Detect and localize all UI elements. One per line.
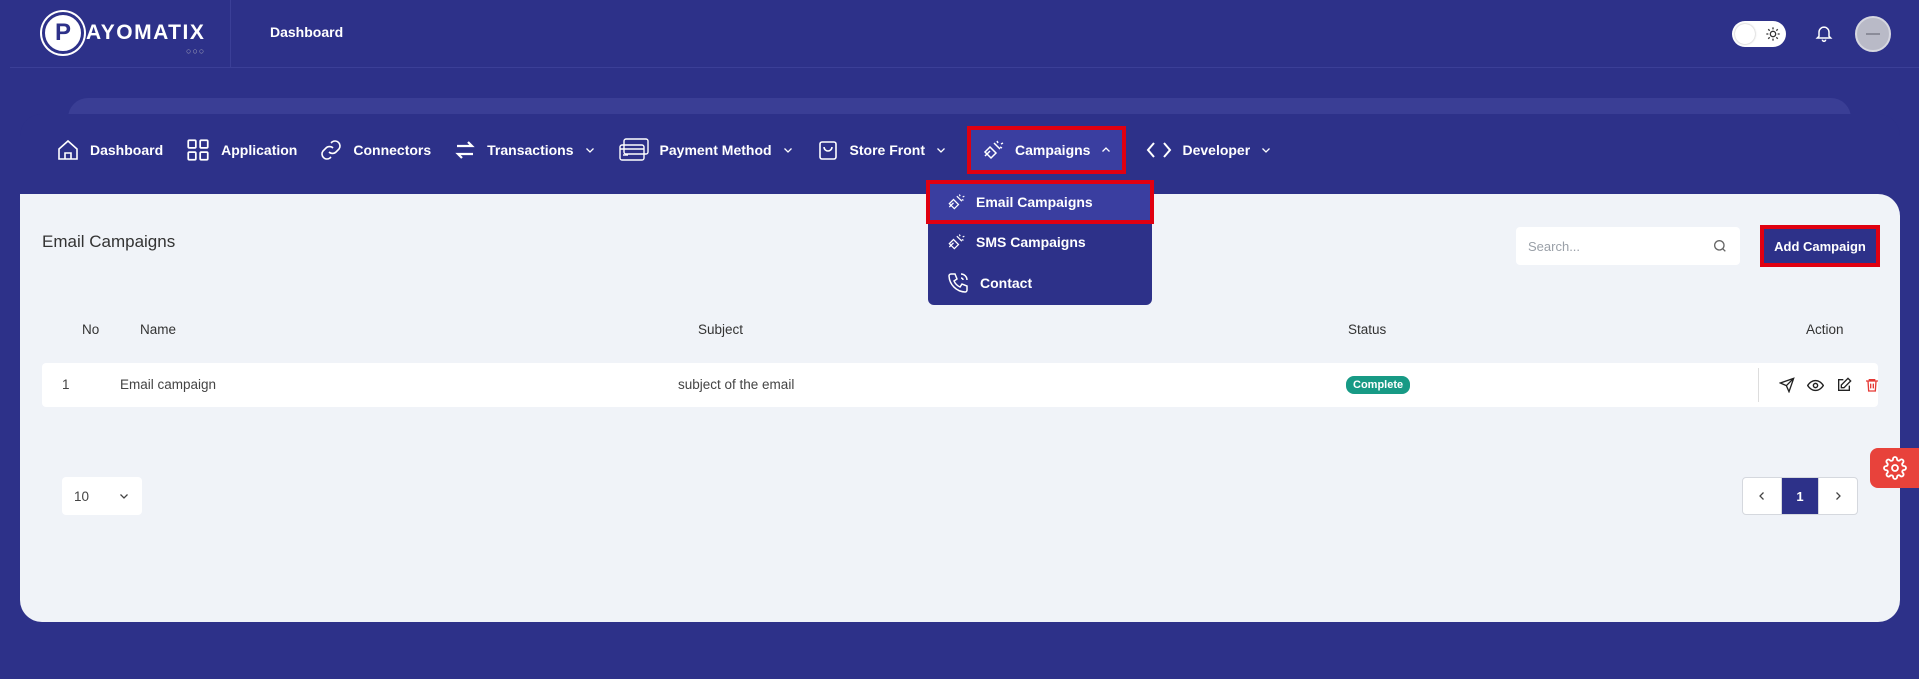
send-icon[interactable] bbox=[1779, 377, 1795, 393]
nav-application[interactable]: Application bbox=[183, 132, 299, 168]
chevron-down-icon bbox=[120, 494, 128, 499]
nav-connectors[interactable]: Connectors bbox=[317, 132, 433, 168]
nav-label: Application bbox=[221, 142, 298, 158]
edit-icon[interactable] bbox=[1836, 377, 1852, 393]
menu-item-label: SMS Campaigns bbox=[976, 234, 1086, 250]
row-actions bbox=[1758, 368, 1880, 402]
header-name: Name bbox=[140, 322, 177, 337]
nav-payment-method[interactable]: Payment Method bbox=[616, 132, 796, 168]
gear-icon bbox=[1882, 456, 1907, 480]
phone-icon bbox=[948, 273, 968, 293]
page-breadcrumb: Dashboard bbox=[270, 24, 344, 40]
header-action: Action bbox=[1806, 322, 1844, 337]
chevron-down-icon bbox=[1262, 148, 1271, 153]
theme-toggle[interactable] bbox=[1732, 21, 1786, 47]
logo-mark: P bbox=[42, 12, 84, 54]
swap-arrows-icon bbox=[455, 141, 475, 159]
search-icon bbox=[1714, 240, 1726, 252]
link-icon bbox=[321, 140, 342, 160]
code-icon bbox=[1147, 142, 1172, 158]
chevron-right-icon bbox=[1836, 492, 1841, 500]
view-eye-icon[interactable] bbox=[1807, 377, 1824, 394]
home-icon bbox=[58, 139, 78, 160]
menu-item-email-campaigns[interactable]: Email Campaigns bbox=[926, 180, 1154, 224]
status-badge: Complete bbox=[1346, 376, 1411, 394]
header-status: Status bbox=[1348, 322, 1387, 337]
grid-icon bbox=[187, 139, 209, 161]
megaphone-icon bbox=[983, 140, 1004, 160]
logo-dots: ○○○ bbox=[186, 46, 206, 56]
campaigns-dropdown-menu: Email Campaigns SMS Campaigns Contact bbox=[926, 177, 1154, 305]
nav-label: Payment Method bbox=[659, 142, 772, 158]
search-input[interactable]: Search... bbox=[1516, 227, 1740, 265]
nav-label: Connectors bbox=[353, 142, 432, 158]
topbar-divider bbox=[230, 0, 231, 68]
chevron-down-icon bbox=[937, 148, 945, 153]
nav-label: Dashboard bbox=[90, 142, 164, 158]
nav-transactions[interactable]: Transactions bbox=[451, 132, 597, 168]
add-campaign-button[interactable]: Add Campaign bbox=[1760, 225, 1880, 267]
chevron-up-icon bbox=[1102, 147, 1111, 152]
cell-subject: subject of the email bbox=[678, 377, 795, 392]
cell-name: Email campaign bbox=[120, 377, 217, 392]
menu-item-sms-campaigns[interactable]: SMS Campaigns bbox=[928, 222, 1086, 262]
nav-label: Campaigns bbox=[1015, 142, 1091, 158]
next-page-button[interactable] bbox=[1819, 478, 1857, 514]
prev-page-button[interactable] bbox=[1743, 478, 1781, 514]
page-size-select[interactable]: 10 bbox=[62, 477, 142, 515]
delete-trash-icon[interactable] bbox=[1864, 377, 1880, 393]
sun-icon bbox=[1766, 27, 1780, 41]
page-size-value: 10 bbox=[74, 488, 90, 504]
cell-no: 1 bbox=[62, 377, 70, 392]
nav-label: Developer bbox=[1182, 142, 1251, 158]
nav-campaigns[interactable]: Campaigns bbox=[967, 126, 1127, 174]
chevron-down-icon bbox=[783, 148, 792, 153]
header-no: No bbox=[82, 322, 100, 337]
notification-bell-icon[interactable] bbox=[1814, 22, 1834, 44]
header-subject: Subject bbox=[698, 322, 744, 337]
pagination: 1 bbox=[1742, 477, 1858, 515]
chevron-left-icon bbox=[1759, 492, 1764, 500]
brand-logo[interactable]: P AYOMATIX ○○○ bbox=[42, 12, 206, 56]
top-bar: P AYOMATIX ○○○ Dashboard bbox=[10, 0, 1919, 68]
chevron-down-icon bbox=[585, 148, 594, 153]
megaphone-icon bbox=[948, 234, 965, 250]
megaphone-icon bbox=[948, 194, 965, 210]
nav-label: Transactions bbox=[487, 142, 574, 158]
logo-wordmark: AYOMATIX ○○○ bbox=[86, 21, 206, 56]
menu-item-contact[interactable]: Contact bbox=[928, 263, 1032, 303]
table-row[interactable]: 1 Email campaign subject of the email Co… bbox=[42, 363, 1878, 407]
toggle-knob bbox=[1735, 24, 1755, 44]
nav-label: Store Front bbox=[849, 142, 925, 158]
nav-store-front[interactable]: Store Front bbox=[814, 132, 949, 168]
user-avatar[interactable] bbox=[1855, 16, 1891, 52]
bag-icon bbox=[818, 141, 837, 160]
page-title: Email Campaigns bbox=[42, 232, 176, 251]
settings-fab[interactable] bbox=[1870, 448, 1919, 488]
cards-icon bbox=[618, 138, 649, 161]
menu-item-label: Contact bbox=[980, 275, 1033, 291]
search-placeholder: Search... bbox=[1528, 238, 1581, 254]
nav-dashboard[interactable]: Dashboard bbox=[54, 132, 165, 168]
menu-item-label: Email Campaigns bbox=[976, 194, 1093, 210]
nav-developer[interactable]: Developer bbox=[1144, 132, 1274, 168]
page-number-current[interactable]: 1 bbox=[1781, 478, 1819, 514]
